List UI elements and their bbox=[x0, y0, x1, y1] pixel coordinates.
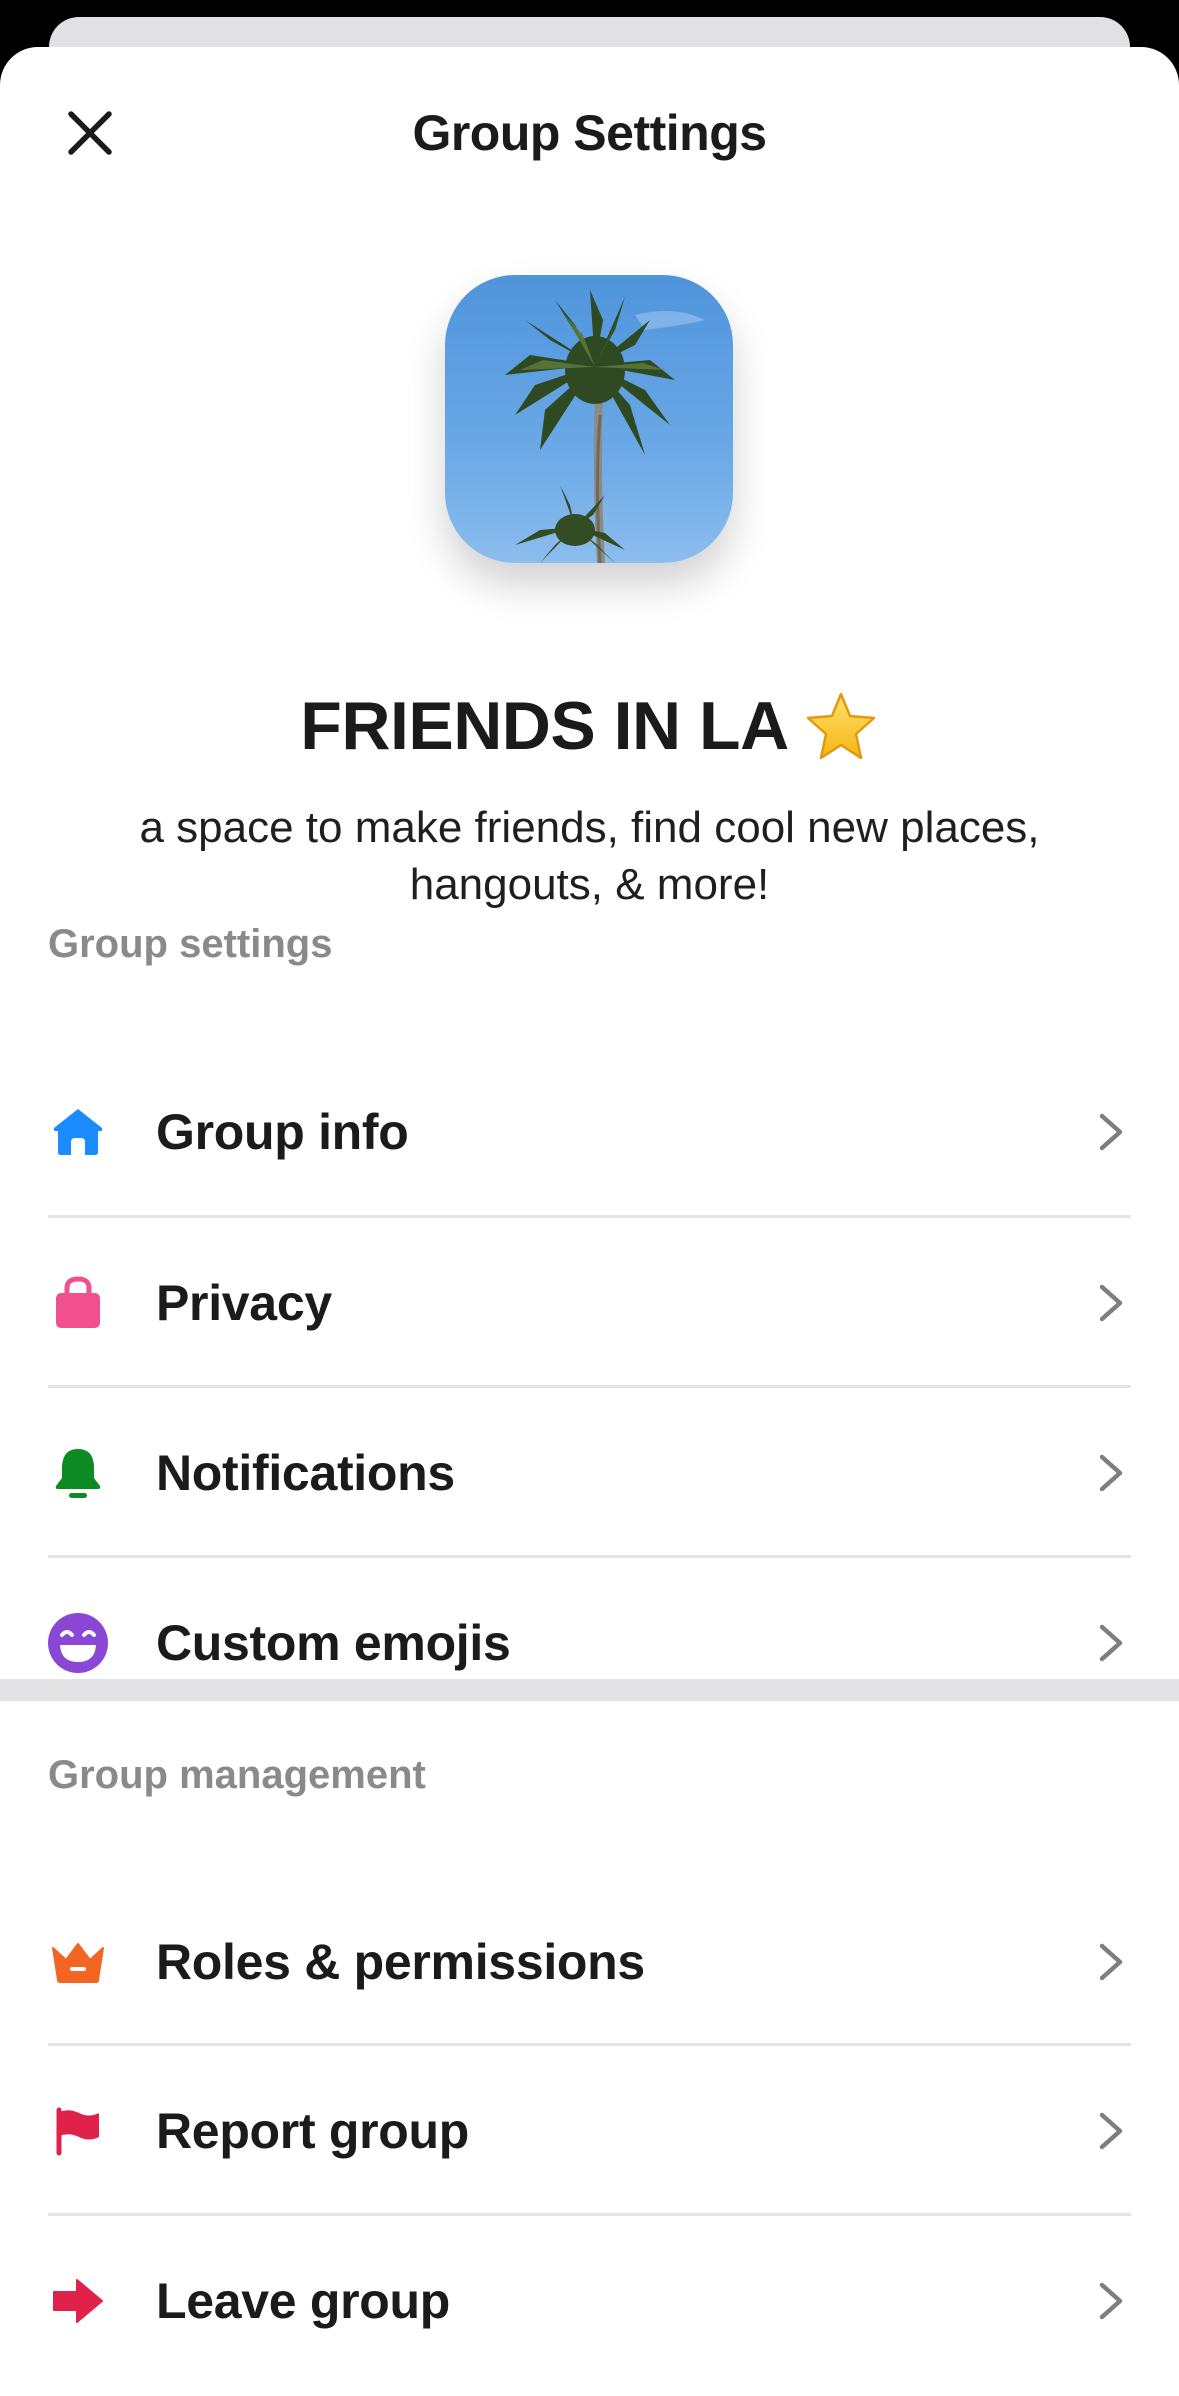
section-label-group-management: Group management bbox=[48, 1753, 426, 1797]
lock-bag-icon bbox=[44, 1269, 112, 1337]
chevron-right-icon bbox=[1093, 2109, 1129, 2153]
row-group-info[interactable]: Group info bbox=[0, 1047, 1179, 1217]
chevron-right-icon bbox=[1093, 1281, 1129, 1325]
row-label: Roles & permissions bbox=[156, 1934, 645, 1990]
group-settings-sheet: Group Settings FRIENDS IN LA a space to … bbox=[0, 47, 1179, 2396]
palm-tree-photo bbox=[445, 275, 733, 563]
row-label: Group info bbox=[156, 1104, 409, 1160]
row-label: Report group bbox=[156, 2103, 470, 2159]
row-report-group[interactable]: Report group bbox=[0, 2046, 1179, 2216]
crown-icon bbox=[44, 1928, 112, 1996]
page-title: Group Settings bbox=[412, 105, 767, 161]
chevron-right-icon bbox=[1093, 1940, 1129, 1984]
flag-icon bbox=[44, 2097, 112, 2165]
star-icon bbox=[806, 692, 875, 760]
group-avatar[interactable] bbox=[445, 275, 733, 563]
home-icon bbox=[44, 1098, 112, 1166]
group-description: a space to make friends, find cool new p… bbox=[139, 803, 1040, 909]
chevron-right-icon bbox=[1093, 2279, 1129, 2323]
row-label: Custom emojis bbox=[156, 1615, 511, 1671]
row-label: Privacy bbox=[156, 1275, 332, 1331]
row-label: Leave group bbox=[156, 2273, 450, 2329]
section-separator bbox=[0, 1679, 1179, 1701]
smiley-icon bbox=[44, 1609, 112, 1677]
row-roles-permissions[interactable]: Roles & permissions bbox=[0, 1877, 1179, 2047]
row-leave-group[interactable]: Leave group bbox=[0, 2216, 1179, 2386]
section-label-group-settings: Group settings bbox=[48, 922, 333, 966]
group-name: FRIENDS IN LA bbox=[0, 687, 1179, 765]
arrow-right-icon bbox=[44, 2267, 112, 2335]
row-privacy[interactable]: Privacy bbox=[0, 1218, 1179, 1388]
header: Group Settings bbox=[0, 47, 1179, 217]
chevron-right-icon bbox=[1093, 1451, 1129, 1495]
row-label: Notifications bbox=[156, 1445, 455, 1501]
group-name-text: FRIENDS IN LA bbox=[300, 688, 789, 764]
chevron-right-icon bbox=[1093, 1110, 1129, 1154]
row-notifications[interactable]: Notifications bbox=[0, 1388, 1179, 1558]
row-custom-emojis[interactable]: Custom emojis bbox=[0, 1558, 1179, 1728]
chevron-right-icon bbox=[1093, 1621, 1129, 1665]
bell-icon bbox=[44, 1439, 112, 1507]
